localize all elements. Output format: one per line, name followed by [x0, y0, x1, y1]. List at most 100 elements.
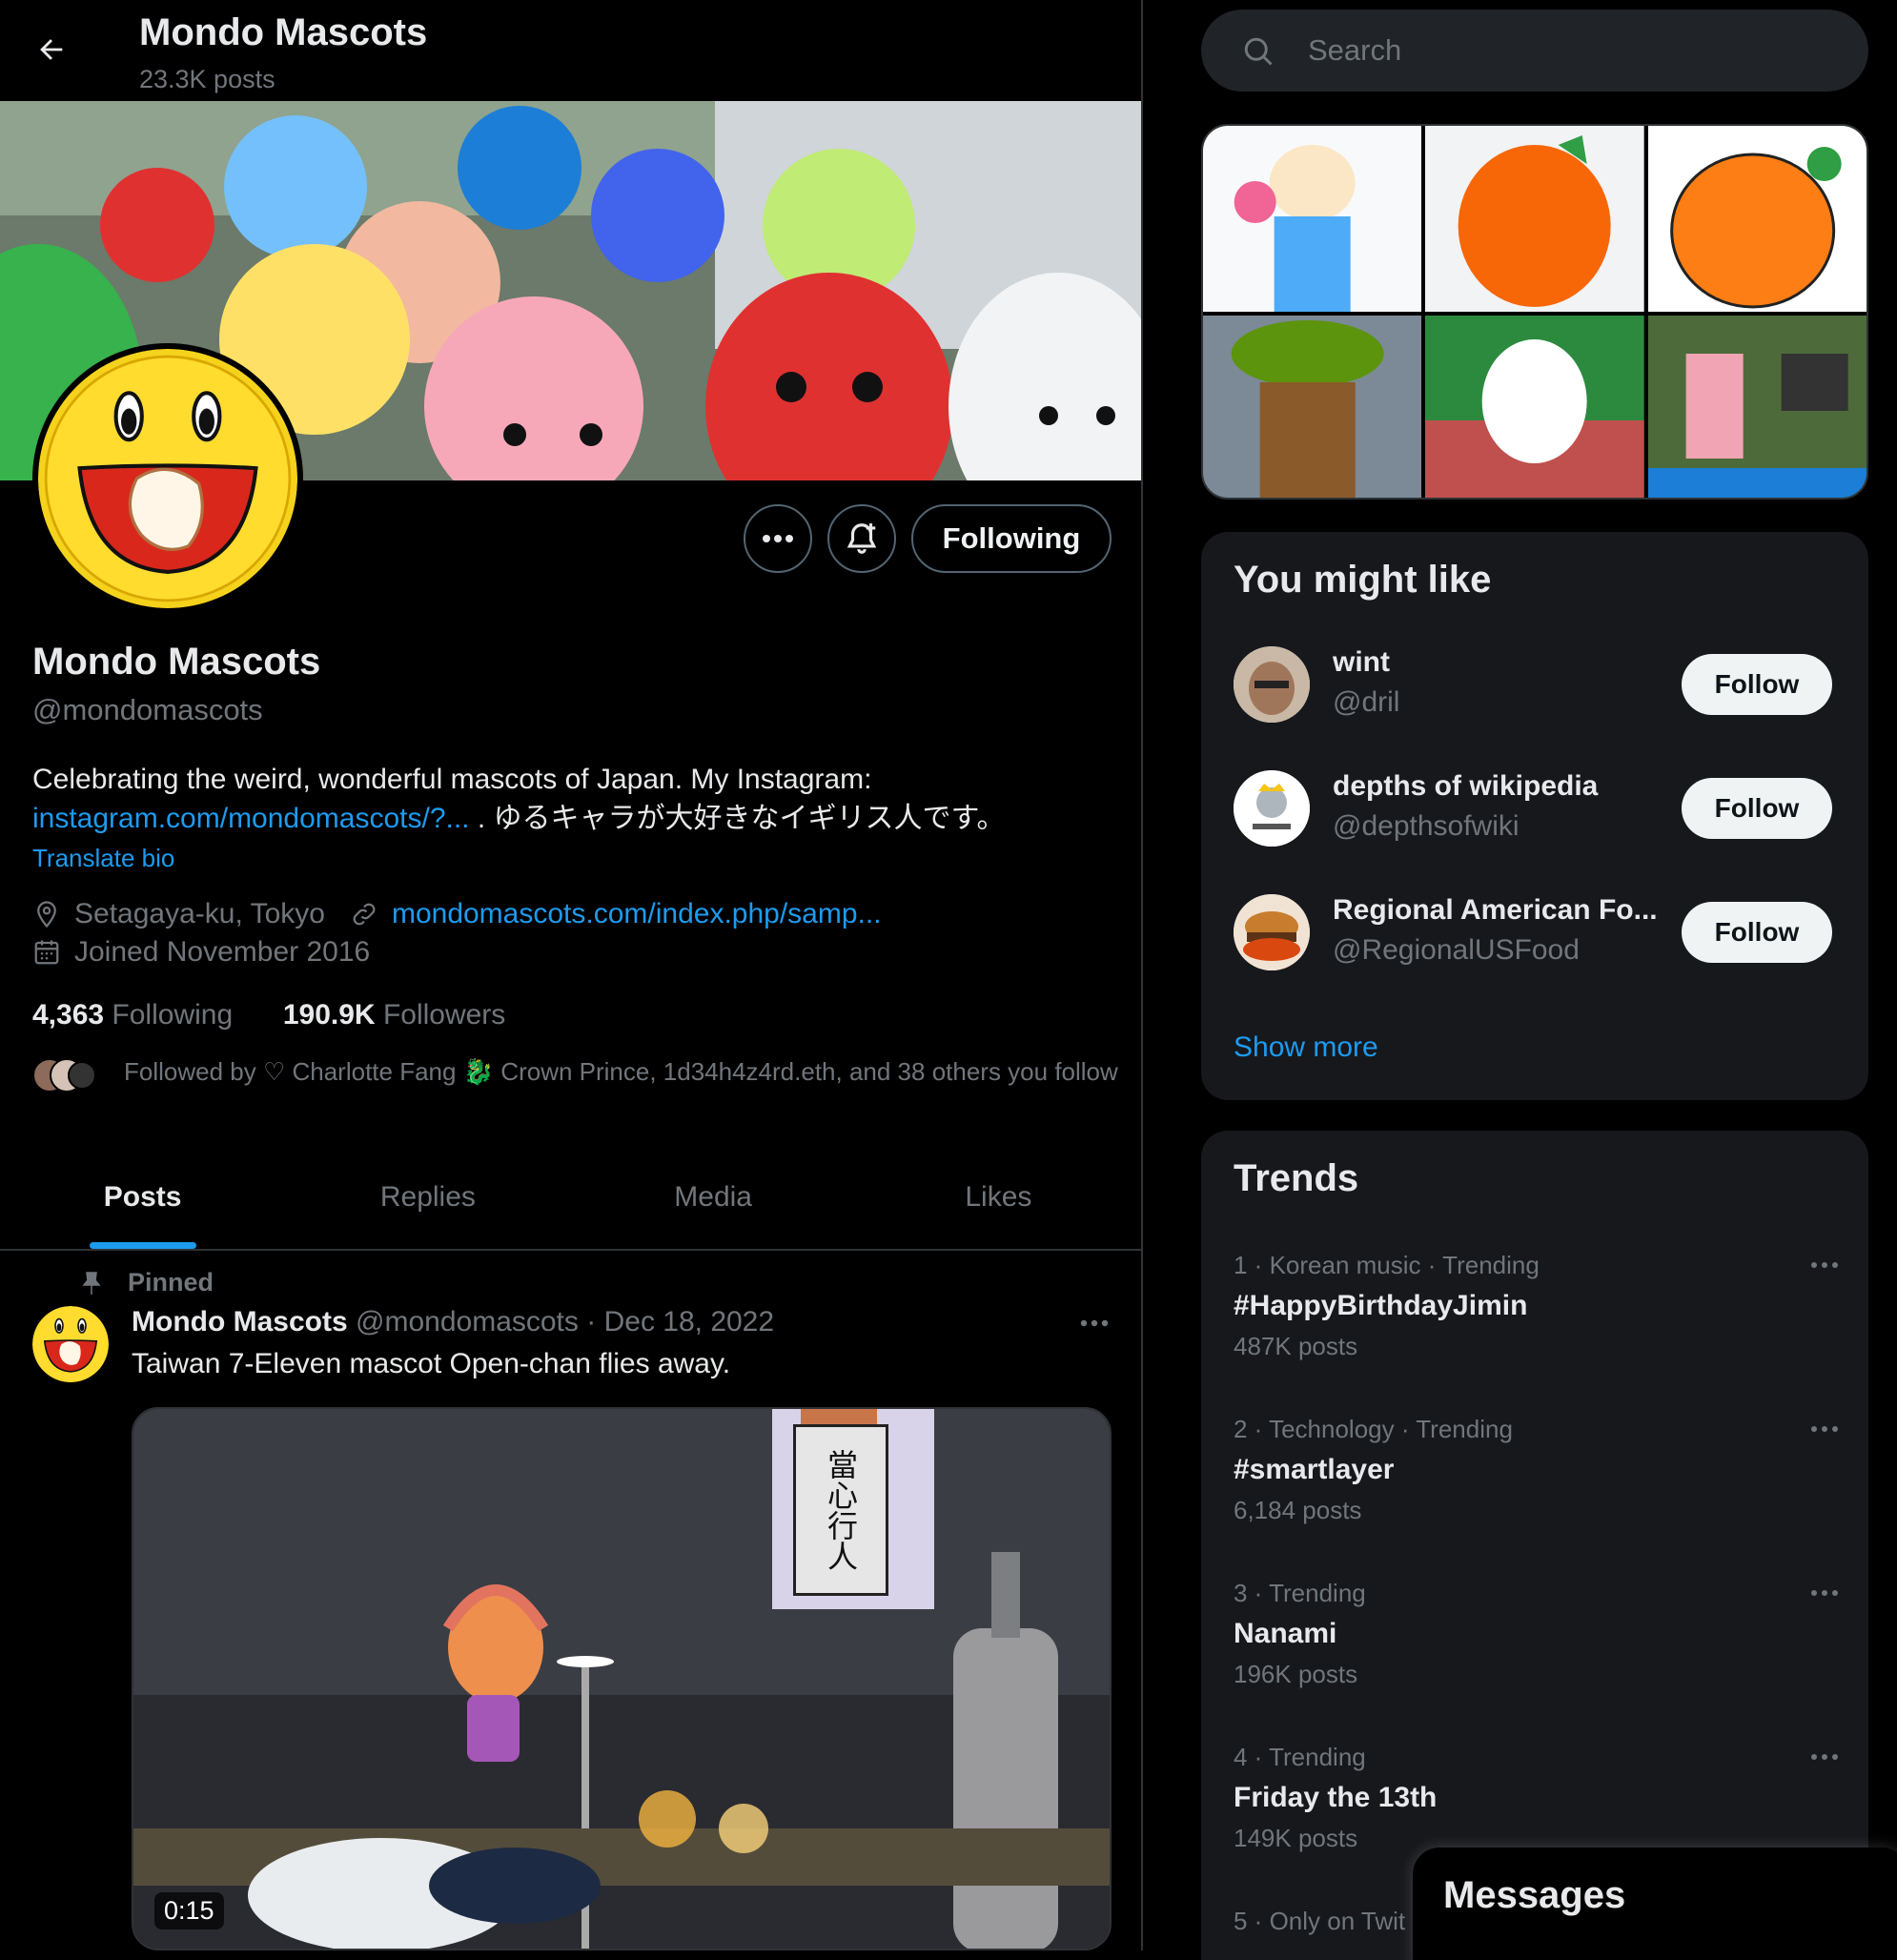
profile-website-link[interactable]: mondomascots.com/index.php/samp...	[392, 898, 882, 930]
pin-icon	[82, 1271, 101, 1295]
trend-more-button[interactable]	[1805, 1743, 1844, 1771]
bell-plus-icon	[847, 523, 877, 554]
profile-stats: 4,363 Following 190.9K Followers	[32, 999, 505, 1031]
pedestrian-sign: 當心行人	[793, 1424, 888, 1596]
more-icon	[1811, 1590, 1838, 1596]
media-thumb[interactable]	[1425, 126, 1644, 312]
trends-card: Trends 1 · Korean music · Trending #Happ…	[1201, 1131, 1868, 1960]
followers-label: Followers	[382, 999, 506, 1031]
translate-bio-link[interactable]: Translate bio	[32, 844, 174, 873]
media-thumb[interactable]	[1425, 316, 1644, 498]
search-bar[interactable]	[1201, 10, 1868, 92]
followed-by-text: Followed by ♡ Charlotte Fang 🐉 Crown Pri…	[124, 1057, 1118, 1086]
account-name: depths of wikipedia	[1333, 770, 1599, 802]
following-button[interactable]: Following	[911, 504, 1112, 573]
pinned-indicator: Pinned	[80, 1268, 214, 1297]
suggested-account[interactable]: wint @dril Follow	[1234, 646, 1844, 723]
media-grid	[1201, 124, 1868, 500]
trend-item[interactable]: 3 · Trending Nanami 196K posts	[1234, 1579, 1844, 1689]
media-thumb[interactable]	[1647, 316, 1866, 498]
follow-button[interactable]: Follow	[1682, 654, 1832, 715]
more-icon	[1811, 1262, 1838, 1268]
show-more-link[interactable]: Show more	[1234, 1031, 1378, 1064]
avatar-image	[1234, 770, 1310, 847]
trend-topic: #HappyBirthdayJimin	[1234, 1290, 1528, 1321]
profile-joined: Joined November 2016	[32, 936, 370, 969]
profile-handle: @mondomascots	[32, 693, 263, 726]
profile-avatar[interactable]	[32, 343, 303, 614]
trend-more-button[interactable]	[1805, 1251, 1844, 1279]
media-thumb[interactable]	[1647, 126, 1866, 312]
follow-button[interactable]: Follow	[1682, 902, 1832, 963]
tab-likes[interactable]: Likes	[856, 1146, 1141, 1249]
following-count: 4,363	[32, 999, 105, 1031]
follow-button[interactable]: Follow	[1682, 778, 1832, 839]
trend-item[interactable]: 1 · Korean music · Trending #HappyBirthd…	[1234, 1251, 1844, 1361]
tab-media[interactable]: Media	[571, 1146, 856, 1249]
suggested-account[interactable]: depths of wikipedia @depthsofwiki Follow	[1234, 770, 1844, 847]
profile-location: Setagaya-ku, Tokyo	[74, 898, 325, 929]
followers-avatars	[32, 1058, 95, 1092]
media-thumb-image	[1425, 126, 1644, 312]
account-handle: @RegionalUSFood	[1333, 934, 1580, 966]
trend-context: 1 · Korean music · Trending	[1234, 1251, 1540, 1279]
trend-item[interactable]: 2 · Technology · Trending #smartlayer 6,…	[1234, 1415, 1844, 1525]
profile-tabs: Posts Replies Media Likes	[0, 1146, 1141, 1251]
notifications-button[interactable]	[827, 504, 896, 573]
account-name: wint	[1333, 646, 1390, 678]
trends-title: Trends	[1234, 1157, 1359, 1199]
media-thumb-image	[1425, 316, 1644, 498]
post-date[interactable]: Dec 18, 2022	[604, 1306, 774, 1337]
avatar-image	[1234, 646, 1310, 723]
profile-meta: Setagaya-ku, Tokyo mondomascots.com/inde…	[32, 898, 882, 930]
account-handle: @depthsofwiki	[1333, 810, 1520, 842]
location-icon	[37, 901, 56, 929]
post-author-handle[interactable]: @mondomascots	[356, 1306, 579, 1337]
post-avatar-image	[32, 1306, 109, 1382]
trend-context: 2 · Technology · Trending	[1234, 1415, 1513, 1443]
video-thumbnail	[133, 1409, 1110, 1949]
post-text: Taiwan 7-Eleven mascot Open-chan flies a…	[132, 1348, 731, 1379]
suggested-account[interactable]: Regional American Fo... @RegionalUSFood …	[1234, 894, 1844, 970]
profile-name: Mondo Mascots	[32, 641, 321, 683]
more-options-button[interactable]	[744, 504, 812, 573]
post-header: Mondo Mascots @mondomascots · Dec 18, 20…	[132, 1306, 774, 1338]
more-icon	[1811, 1754, 1838, 1760]
post-author-name[interactable]: Mondo Mascots	[132, 1306, 348, 1337]
post-video[interactable]: 當心行人 0:15	[132, 1407, 1112, 1950]
more-icon	[763, 535, 793, 542]
you-might-like-title: You might like	[1234, 559, 1492, 601]
header-post-count: 23.3K posts	[139, 65, 275, 93]
trend-context: 3 · Trending	[1234, 1579, 1366, 1607]
bio-suffix: . ゆるキャラが大好きなイギリス人です。	[469, 803, 1006, 834]
messages-drawer[interactable]: Messages	[1413, 1848, 1897, 1960]
tab-replies[interactable]: Replies	[285, 1146, 570, 1249]
back-button[interactable]	[25, 23, 78, 76]
tab-posts[interactable]: Posts	[0, 1146, 285, 1249]
avatar-image	[38, 349, 297, 608]
search-icon	[1244, 37, 1273, 66]
avatar-image	[1234, 894, 1310, 970]
bio-text: Celebrating the weird, wonderful mascots…	[32, 764, 872, 795]
messages-title: Messages	[1443, 1874, 1626, 1916]
followers-stat[interactable]: 190.9K Followers	[283, 999, 505, 1031]
following-stat[interactable]: 4,363 Following	[32, 999, 233, 1031]
header-title: Mondo Mascots	[139, 11, 428, 53]
more-icon	[1811, 1426, 1838, 1432]
top-bar: Mondo Mascots 23.3K posts	[0, 0, 1141, 101]
search-input[interactable]	[1308, 10, 1842, 92]
trend-post-count: 196K posts	[1234, 1660, 1358, 1688]
post-more-button[interactable]	[1075, 1304, 1113, 1342]
post-author-avatar[interactable]	[32, 1306, 109, 1382]
avatar	[1234, 894, 1310, 970]
bio-instagram-link[interactable]: instagram.com/mondomascots/?...	[32, 803, 470, 834]
media-thumb[interactable]	[1203, 126, 1422, 312]
media-thumb-image	[1647, 126, 1866, 312]
joined-date: Joined November 2016	[74, 936, 371, 968]
trend-more-button[interactable]	[1805, 1579, 1844, 1607]
trend-item[interactable]: 4 · Trending Friday the 13th 149K posts	[1234, 1743, 1844, 1853]
media-thumb[interactable]	[1203, 316, 1422, 498]
trend-more-button[interactable]	[1805, 1415, 1844, 1443]
trend-topic: #smartlayer	[1234, 1454, 1395, 1485]
who-to-follow-card: You might like wint @dril Follow depths …	[1201, 532, 1868, 1100]
